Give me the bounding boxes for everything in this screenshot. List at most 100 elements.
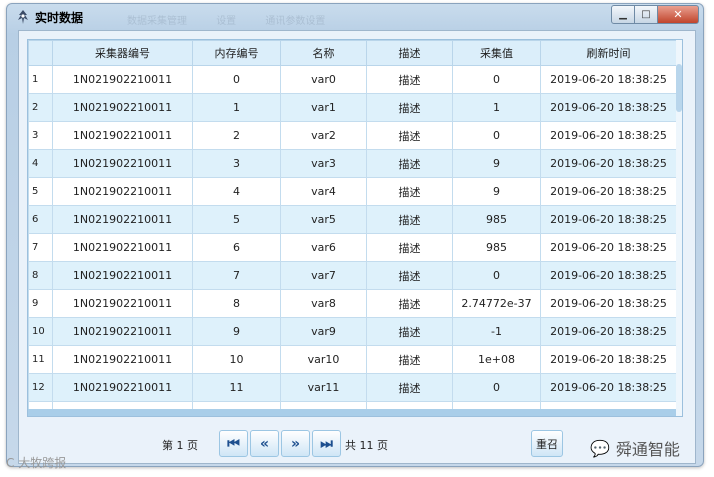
cell-description: 描述 (366, 289, 453, 318)
cell-memory-id: 0 (192, 65, 281, 94)
cell-value: 985 (452, 205, 541, 234)
cell-description: 描述 (366, 93, 453, 122)
cell-value: 0 (452, 121, 541, 150)
current-page-number: 1 (176, 439, 184, 452)
cell-collector-id: 1N021902210011 (52, 121, 193, 150)
cell-description: 描述 (366, 65, 453, 94)
table-row[interactable]: 10 1N021902210011 9 var9 描述 -1 2019-06-20 18:3… (28, 317, 677, 346)
column-header-name[interactable]: 名称 (280, 40, 367, 66)
cell-description: 描述 (366, 261, 453, 290)
next-page-button[interactable]: » (281, 430, 310, 457)
table-row[interactable]: 3 1N021902210011 2 var2 描述 0 2019-06-20 18:38:… (28, 121, 677, 150)
cell-name: var2 (280, 121, 367, 150)
watermark-text: 舜通智能 (615, 440, 680, 459)
watermark-left: C 大牧跨报 (6, 456, 67, 470)
cell-name: var8 (280, 289, 367, 318)
cell-refresh-time: 2019-06-20 18:38:25 (540, 345, 677, 374)
title-bar[interactable]: 实时数据 数据采集管理 设置 通讯参数设置 ▁ □ ✕ (7, 4, 703, 30)
previous-page-button[interactable]: « (250, 430, 279, 457)
cell-refresh-time: 2019-06-20 18:38:25 (540, 317, 677, 346)
table-row[interactable]: 8 1N021902210011 7 var7 描述 0 2019-06-20 18:38:… (28, 261, 677, 290)
cell-collector-id: 1N021902210011 (52, 289, 193, 318)
column-header-rownum[interactable] (28, 40, 53, 66)
page-suffix: 页 (187, 439, 198, 452)
column-header-description[interactable]: 描述 (366, 40, 453, 66)
cell-rownum: 2 (28, 93, 53, 122)
cell-name: var3 (280, 149, 367, 178)
cell-collector-id: 1N021902210011 (52, 65, 193, 94)
cell-description: 描述 (366, 149, 453, 178)
ghost-tab: 通讯参数设置 (265, 16, 326, 27)
cell-name: var6 (280, 233, 367, 262)
data-grid[interactable]: 采集器编号 内存编号 名称 描述 采集值 刷新时间 1 1N02190221001… (27, 39, 683, 417)
ghost-tab: 设置 (216, 16, 237, 27)
ghost-tab: 数据采集管理 (127, 16, 187, 27)
cell-name: var7 (280, 261, 367, 290)
table-row[interactable]: 7 1N021902210011 6 var6 描述 985 2019-06-20 18:3… (28, 233, 677, 262)
minimize-button[interactable]: ▁ (611, 5, 635, 24)
cell-description: 描述 (366, 177, 453, 206)
table-row[interactable]: 4 1N021902210011 3 var3 描述 9 2019-06-20 18:38:… (28, 149, 677, 178)
content-area: 采集器编号 内存编号 名称 描述 采集值 刷新时间 1 1N02190221001… (18, 30, 696, 464)
cell-name: var4 (280, 177, 367, 206)
total-suffix: 页 (377, 439, 388, 452)
cell-collector-id: 1N021902210011 (52, 149, 193, 178)
table-row[interactable]: 9 1N021902210011 8 var8 描述 2.74772e-37 2019-06… (28, 289, 677, 318)
last-page-icon: ⏭ (320, 435, 333, 452)
cell-collector-id: 1N021902210011 (52, 205, 193, 234)
table-row[interactable]: 1 1N021902210011 0 var0 描述 0 2019-06-20 18:38:… (28, 65, 677, 94)
cell-refresh-time: 2019-06-20 18:38:25 (540, 233, 677, 262)
column-header-memory-id[interactable]: 内存编号 (192, 40, 281, 66)
last-page-button[interactable]: ⏭ (312, 430, 341, 457)
cell-name: var1 (280, 93, 367, 122)
maximize-icon: □ (641, 9, 651, 20)
cell-value: 0 (452, 65, 541, 94)
refresh-button[interactable]: 重召 (531, 430, 563, 457)
column-header-collector-id[interactable]: 采集器编号 (52, 40, 193, 66)
watermark-right: 💬 舜通智能 (590, 436, 680, 460)
close-button[interactable]: ✕ (657, 5, 699, 24)
table-row[interactable]: 12 1N021902210011 11 var11 描述 0 2019-06-20 18:… (28, 373, 677, 402)
cell-value: -1 (452, 317, 541, 346)
cell-memory-id: 3 (192, 149, 281, 178)
cell-value: 985 (452, 233, 541, 262)
cell-memory-id: 10 (192, 345, 281, 374)
cell-name: var0 (280, 65, 367, 94)
table-row[interactable]: 2 1N021902210011 1 var1 描述 1 2019-06-20 18:38:… (28, 93, 677, 122)
first-page-button[interactable]: ⏮ (219, 430, 248, 457)
cell-refresh-time: 2019-06-20 18:38:25 (540, 65, 677, 94)
column-header-refresh-time[interactable]: 刷新时间 (540, 40, 677, 66)
cell-refresh-time: 2019-06-20 18:38:25 (540, 373, 677, 402)
cell-refresh-time: 2019-06-20 18:38:25 (540, 121, 677, 150)
column-header-value[interactable]: 采集值 (452, 40, 541, 66)
table-row[interactable]: 5 1N021902210011 4 var4 描述 9 2019-06-20 18:38:… (28, 177, 677, 206)
chat-bubble-icon: 💬 (590, 438, 610, 458)
cell-rownum: 10 (28, 317, 53, 346)
cell-name: var9 (280, 317, 367, 346)
cell-value: 1 (452, 93, 541, 122)
table-row[interactable]: 6 1N021902210011 5 var5 描述 985 2019-06-20 18:3… (28, 205, 677, 234)
cell-memory-id: 9 (192, 317, 281, 346)
cell-rownum: 7 (28, 233, 53, 262)
cell-refresh-time: 2019-06-20 18:38:25 (540, 93, 677, 122)
cell-description: 描述 (366, 345, 453, 374)
table-row[interactable]: 11 1N021902210011 10 var10 描述 1e+08 2019-06-20… (28, 345, 677, 374)
total-prefix: 共 (345, 439, 356, 452)
vertical-scrollbar-thumb[interactable] (676, 64, 682, 112)
cell-rownum: 11 (28, 345, 53, 374)
maximize-button[interactable]: □ (634, 5, 658, 24)
cell-rownum: 9 (28, 289, 53, 318)
cell-value: 0 (452, 261, 541, 290)
cell-collector-id: 1N021902210011 (52, 373, 193, 402)
horizontal-scrollbar[interactable] (28, 409, 676, 416)
cell-refresh-time: 2019-06-20 18:38:25 (540, 149, 677, 178)
cell-collector-id: 1N021902210011 (52, 233, 193, 262)
cell-memory-id: 4 (192, 177, 281, 206)
cell-collector-id: 1N021902210011 (52, 345, 193, 374)
realtime-data-window: 实时数据 数据采集管理 设置 通讯参数设置 ▁ □ ✕ 采集器编号 内存编号 名… (6, 3, 704, 467)
cell-refresh-time: 2019-06-20 18:38:25 (540, 261, 677, 290)
cell-description: 描述 (366, 121, 453, 150)
data-table: 采集器编号 内存编号 名称 描述 采集值 刷新时间 1 1N02190221001… (28, 40, 677, 416)
cell-rownum: 8 (28, 261, 53, 290)
cell-description: 描述 (366, 317, 453, 346)
